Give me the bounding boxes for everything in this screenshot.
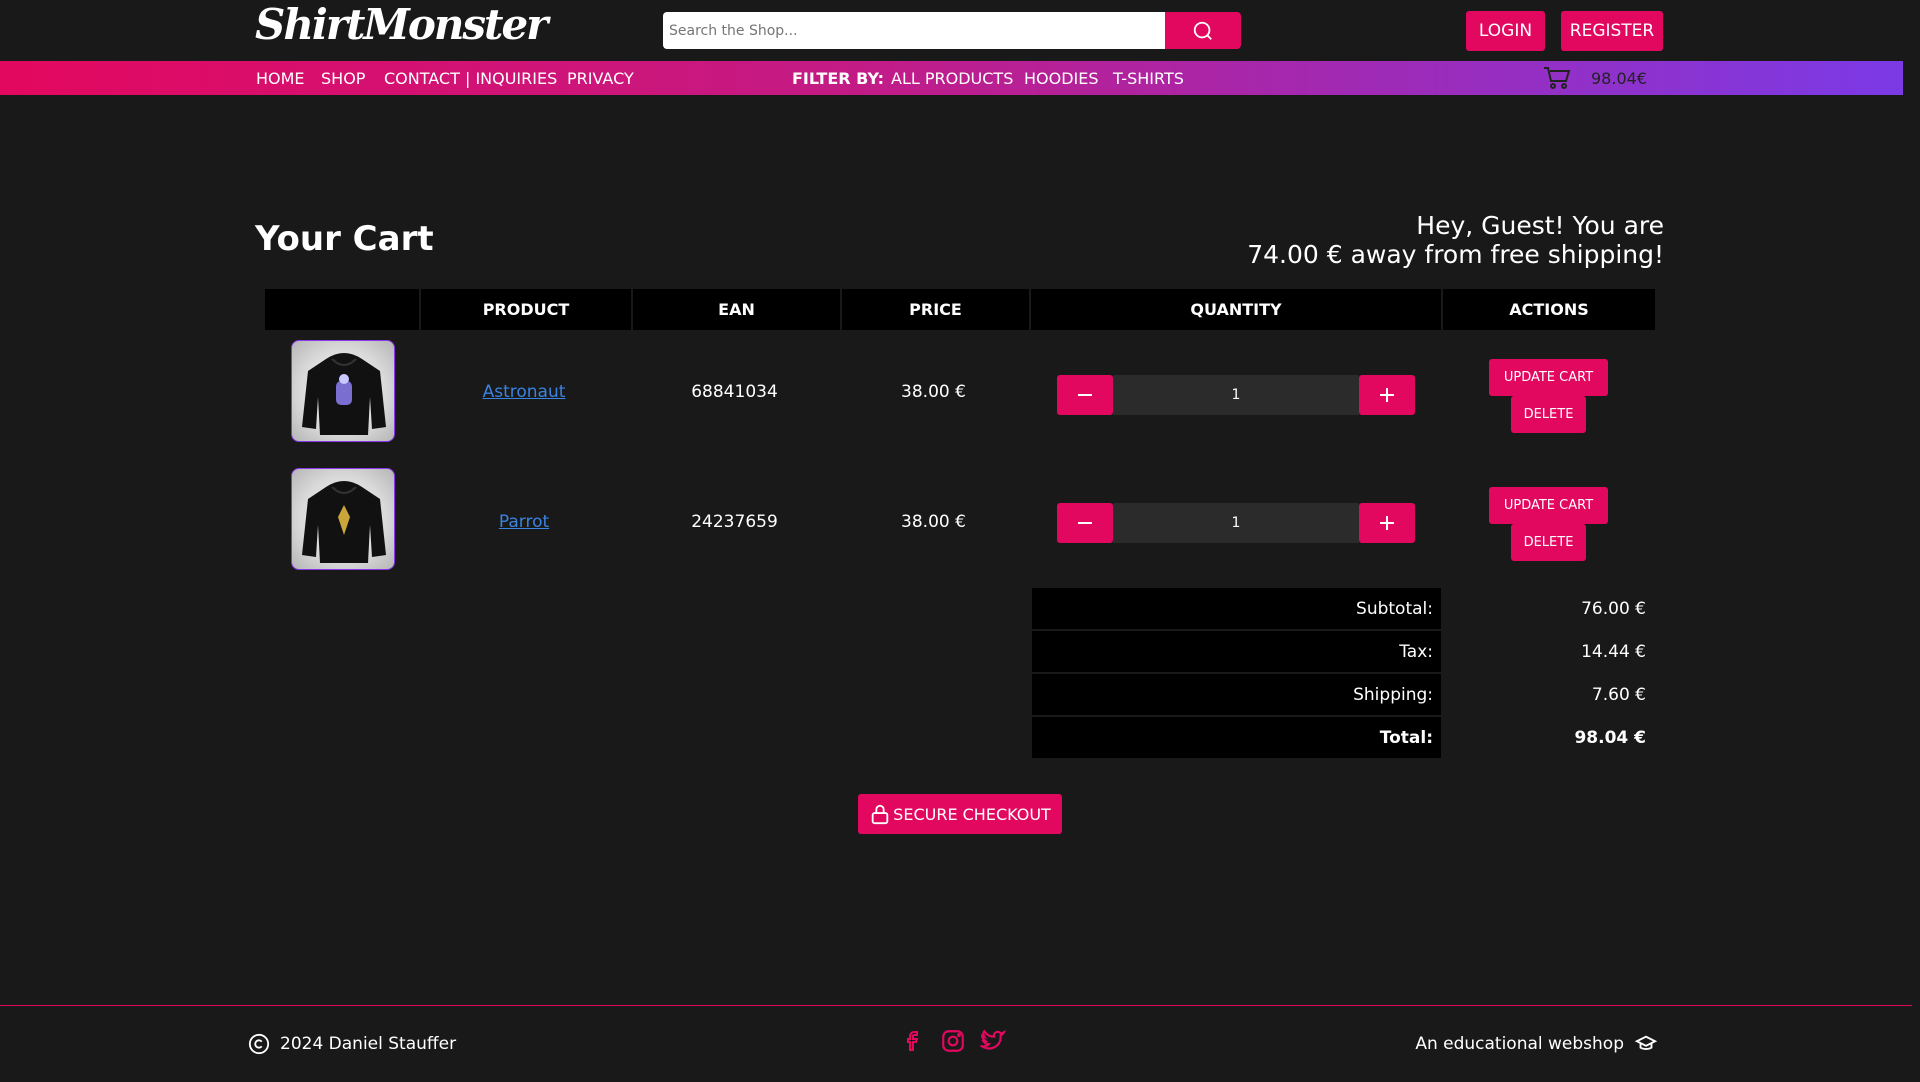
shipping-greeting: Hey, Guest! You are xyxy=(1416,211,1664,240)
shipping-row: Shipping: 7.60 € xyxy=(1032,674,1654,715)
quantity-stepper xyxy=(1057,375,1415,415)
ean-value: 24237659 xyxy=(691,512,778,532)
shipping-value: 7.60 € xyxy=(1591,684,1646,705)
lock-icon xyxy=(871,804,889,825)
instagram-icon[interactable] xyxy=(940,1028,966,1054)
tax-row: Tax: 14.44 € xyxy=(1032,631,1654,672)
site-logo[interactable]: ShirtMonster xyxy=(255,0,548,49)
plus-icon xyxy=(1380,516,1394,530)
filter-t-shirts[interactable]: T-SHIRTS xyxy=(1113,69,1184,88)
subtotal-label: Subtotal: xyxy=(1032,588,1441,629)
hoodie-image[interactable] xyxy=(291,340,395,442)
ean-value: 68841034 xyxy=(691,382,778,402)
quantity-input[interactable] xyxy=(1113,503,1359,543)
price-value: 38.00 € xyxy=(901,382,966,402)
table-row: Parrot 24237659 38.00 € UPDATE CART DELE… xyxy=(265,468,1655,596)
tagline-text: An educational webshop xyxy=(1415,1034,1624,1054)
total-row: Total: 98.04 € xyxy=(1032,717,1654,758)
update-cart-button[interactable]: UPDATE CART xyxy=(1489,487,1608,524)
header-image xyxy=(265,289,419,330)
search-icon xyxy=(1193,21,1212,40)
decrease-quantity-button[interactable] xyxy=(1057,375,1113,415)
update-cart-button[interactable]: UPDATE CART xyxy=(1489,359,1608,396)
quantity-stepper xyxy=(1057,503,1415,543)
header-product: PRODUCT xyxy=(421,289,631,330)
social-links xyxy=(902,1028,1006,1054)
free-shipping-notice: Hey, Guest! You are 74.00 € away from fr… xyxy=(1247,211,1664,269)
hoodie-image[interactable] xyxy=(291,468,395,570)
product-link[interactable]: Astronaut xyxy=(483,382,566,402)
product-link[interactable]: Parrot xyxy=(499,512,549,532)
nav-item-privacy[interactable]: PRIVACY xyxy=(567,69,634,88)
subtotal-row: Subtotal: 76.00 € xyxy=(1032,588,1654,629)
header-actions: ACTIONS xyxy=(1443,289,1655,330)
copyright-icon xyxy=(248,1033,270,1055)
nav-item-shop[interactable]: SHOP xyxy=(321,69,365,88)
minus-icon xyxy=(1078,394,1092,396)
tax-label: Tax: xyxy=(1032,631,1441,672)
decrease-quantity-button[interactable] xyxy=(1057,503,1113,543)
search-button[interactable] xyxy=(1165,12,1241,49)
top-header: ShirtMonster LOGIN REGISTER xyxy=(0,0,1920,61)
table-row: Astronaut 68841034 38.00 € UPDATE CART D… xyxy=(265,340,1655,468)
total-label: Total: xyxy=(1032,717,1441,758)
facebook-icon[interactable] xyxy=(902,1028,926,1054)
subtotal-value: 76.00 € xyxy=(1581,598,1646,619)
search-bar xyxy=(663,12,1241,49)
filter-label: FILTER BY: xyxy=(792,69,885,88)
nav-item-home[interactable]: HOME xyxy=(256,69,305,88)
plus-icon xyxy=(1380,388,1394,402)
hoodie-image-graphic xyxy=(302,481,386,563)
header-quantity: QUANTITY xyxy=(1031,289,1441,330)
filter-hoodies[interactable]: HOODIES xyxy=(1024,69,1099,88)
register-button[interactable]: REGISTER xyxy=(1561,11,1663,51)
page-title: Your Cart xyxy=(255,219,434,259)
login-button[interactable]: LOGIN xyxy=(1466,11,1545,51)
cart-totals: Subtotal: 76.00 € Tax: 14.44 € Shipping:… xyxy=(1032,588,1654,760)
increase-quantity-button[interactable] xyxy=(1359,375,1415,415)
total-value: 98.04 € xyxy=(1574,727,1646,748)
footer-tagline: An educational webshop xyxy=(1415,1033,1658,1055)
minus-icon xyxy=(1078,522,1092,524)
delete-button[interactable]: DELETE xyxy=(1511,524,1586,561)
quantity-input[interactable] xyxy=(1113,375,1359,415)
filter-all-products[interactable]: ALL PRODUCTS xyxy=(891,69,1013,88)
secure-checkout-button[interactable]: SECURE CHECKOUT xyxy=(858,794,1062,834)
footer-divider xyxy=(0,1005,1912,1006)
nav-bar: HOME SHOP CONTACT | INQUIRIES PRIVACY FI… xyxy=(0,61,1903,95)
tax-value: 14.44 € xyxy=(1581,641,1646,662)
cart-total[interactable]: 98.04€ xyxy=(1591,69,1647,88)
delete-button[interactable]: DELETE xyxy=(1511,396,1586,433)
price-value: 38.00 € xyxy=(901,512,966,532)
copyright-text: 2024 Daniel Stauffer xyxy=(280,1034,457,1054)
cart-table-header: PRODUCT EAN PRICE QUANTITY ACTIONS xyxy=(265,289,1655,330)
header-ean: EAN xyxy=(633,289,840,330)
search-input[interactable] xyxy=(663,12,1165,49)
increase-quantity-button[interactable] xyxy=(1359,503,1415,543)
graduation-cap-icon xyxy=(1634,1035,1658,1050)
twitter-icon[interactable] xyxy=(980,1028,1006,1054)
shipping-label: Shipping: xyxy=(1032,674,1441,715)
header-price: PRICE xyxy=(842,289,1029,330)
hoodie-image-graphic xyxy=(302,353,386,435)
cart-icon[interactable] xyxy=(1543,66,1571,94)
secure-checkout-label: SECURE CHECKOUT xyxy=(893,804,1051,824)
footer-copyright: 2024 Daniel Stauffer xyxy=(248,1033,456,1055)
nav-item-contact[interactable]: CONTACT | INQUIRIES xyxy=(384,69,557,88)
shipping-remaining: 74.00 € away from free shipping! xyxy=(1247,240,1664,269)
